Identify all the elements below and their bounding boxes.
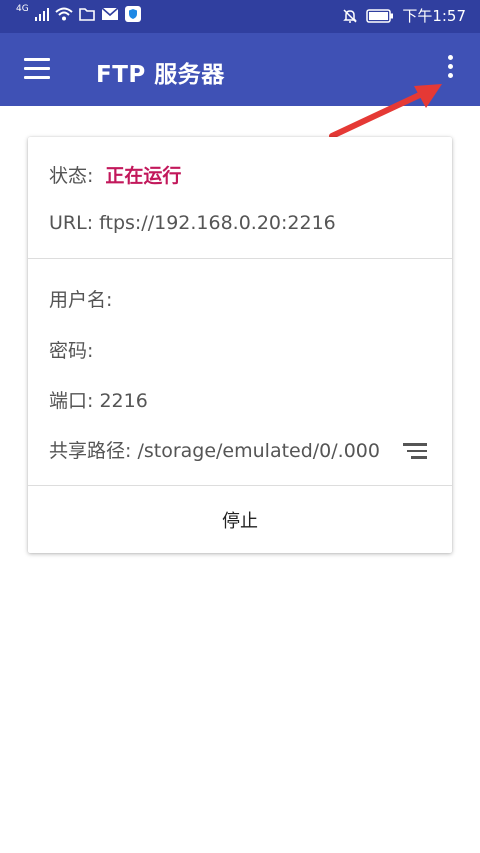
battery-icon xyxy=(366,9,394,23)
username-row: 用户名: xyxy=(49,289,113,311)
page-title: FTP 服务器 xyxy=(96,62,225,88)
sort-icon[interactable] xyxy=(403,443,427,459)
share-path-row: 共享路径: /storage/emulated/0/.000 xyxy=(49,440,380,462)
status-bar: 4G 下午1:57 xyxy=(0,0,480,33)
folder-icon xyxy=(78,8,95,21)
url-row[interactable]: URL: ftps://192.168.0.20:2216 xyxy=(49,212,336,234)
server-info-card: 状态: 正在运行 URL: ftps://192.168.0.20:2216 用户… xyxy=(28,137,452,553)
divider xyxy=(28,258,452,259)
port-row: 端口: 2216 xyxy=(49,390,148,412)
status-value: 正在运行 xyxy=(105,165,182,187)
menu-icon[interactable] xyxy=(24,58,50,80)
shield-icon xyxy=(124,6,141,22)
status-label: 状态: xyxy=(49,165,94,187)
network-type-label: 4G xyxy=(16,4,29,14)
signal-icon xyxy=(34,8,49,21)
stop-button[interactable]: 停止 xyxy=(28,487,452,553)
annotation-arrow-icon xyxy=(329,84,442,139)
mute-icon xyxy=(343,9,358,23)
divider xyxy=(28,485,452,486)
status-row: 状态: 正在运行 xyxy=(49,161,181,188)
mail-icon xyxy=(101,7,119,20)
wifi-icon xyxy=(55,7,73,21)
password-row: 密码: xyxy=(49,340,94,362)
more-vert-icon xyxy=(447,55,453,60)
clock: 下午1:57 xyxy=(402,7,466,25)
